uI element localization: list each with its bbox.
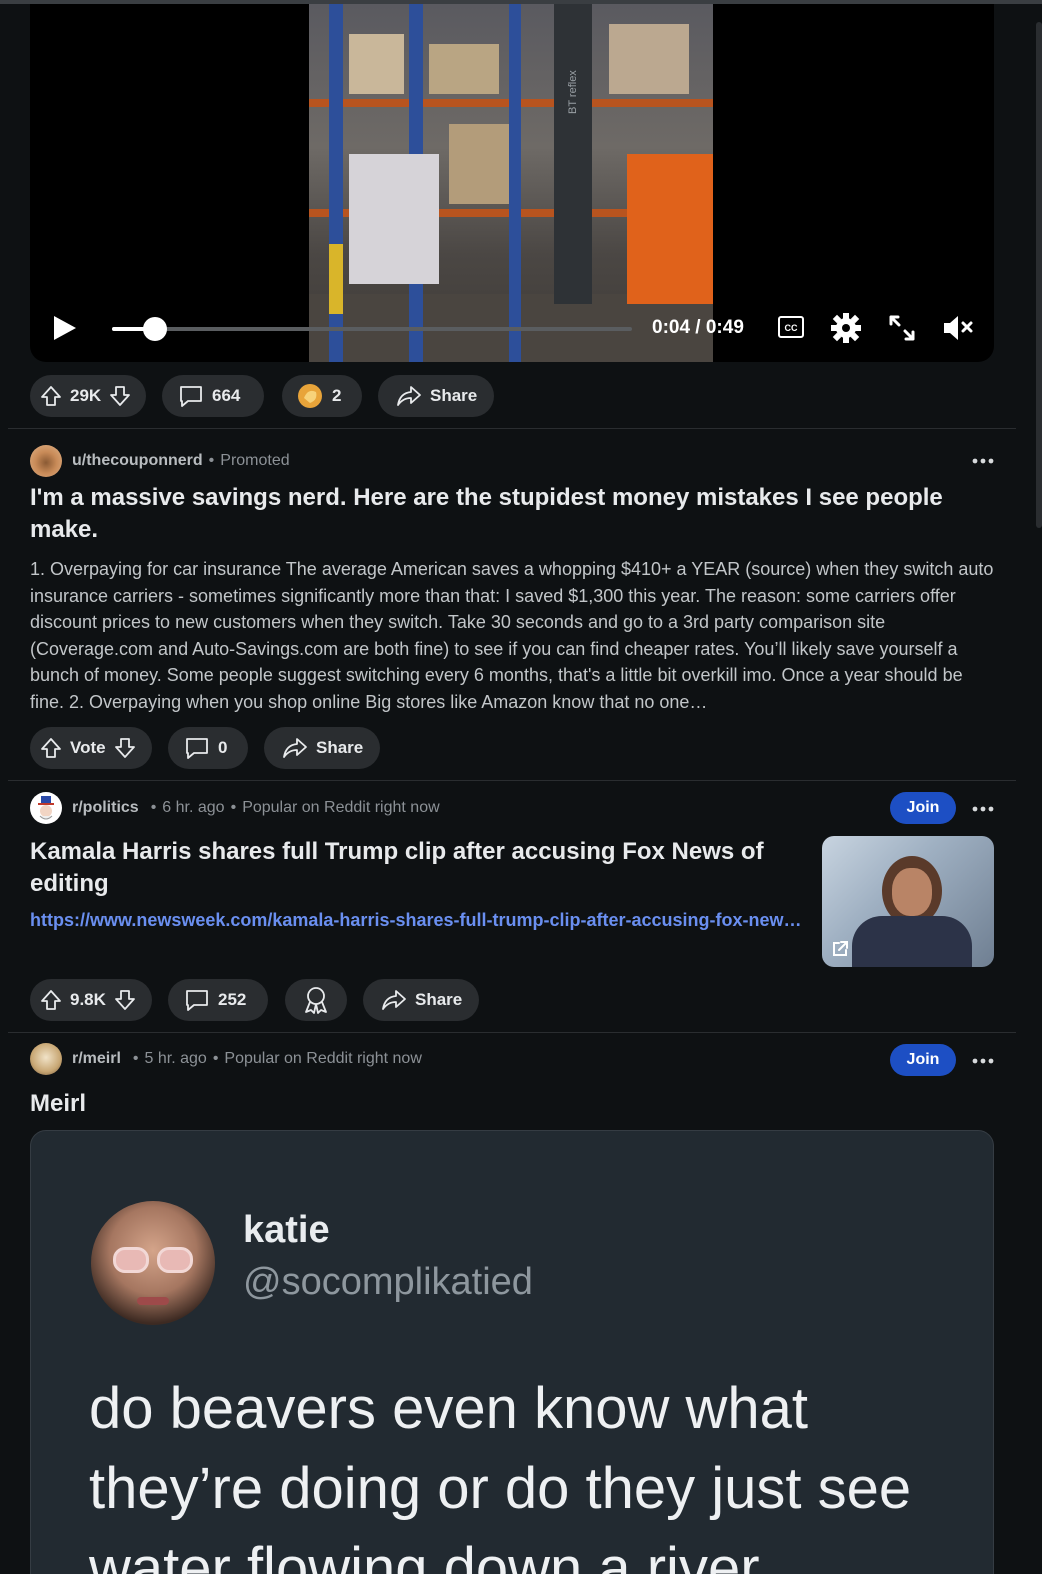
subreddit-avatar[interactable] — [30, 792, 62, 824]
meta-separator: • — [132, 1050, 139, 1067]
downvote-icon[interactable] — [114, 737, 136, 759]
share-label: Share — [430, 386, 478, 405]
award-button[interactable] — [285, 979, 347, 1021]
upvote-icon[interactable] — [40, 989, 62, 1011]
video-player[interactable]: BT reflex 0:04 / 0:49 CC — [30, 4, 994, 362]
join-button[interactable]: Join — [890, 792, 956, 824]
post-title[interactable]: Meirl — [30, 1088, 86, 1120]
divider — [8, 428, 1016, 429]
vote-bar: Vote — [30, 727, 152, 769]
share-button[interactable]: Share — [264, 727, 380, 769]
video-progress-handle[interactable] — [142, 317, 167, 341]
post-body[interactable]: 1. Overpaying for car insurance The aver… — [30, 556, 996, 716]
comment-icon — [186, 990, 208, 1011]
captions-icon[interactable]: CC — [778, 316, 804, 338]
meta-separator: • — [208, 452, 215, 469]
upvote-icon[interactable] — [40, 737, 62, 759]
meta-separator: • — [150, 799, 157, 816]
upvote-icon[interactable] — [40, 385, 62, 407]
award-outline-icon — [305, 987, 327, 1014]
video-frame: BT reflex — [309, 4, 713, 362]
award-count: 2 — [332, 386, 342, 405]
subreddit-link[interactable]: r/politics — [72, 799, 139, 817]
post-thumbnail[interactable] — [822, 836, 994, 967]
share-icon — [382, 990, 406, 1010]
gear-icon[interactable] — [830, 312, 862, 344]
uncle-sam-icon — [38, 796, 54, 820]
tweet-avatar — [91, 1201, 215, 1325]
post-time: 6 hr. ago — [162, 799, 225, 816]
comment-icon — [180, 386, 202, 407]
post-image[interactable]: katie @socomplikatied do beavers even kn… — [30, 1130, 994, 1574]
post-context: Popular on Reddit right now — [224, 1050, 422, 1067]
comments-button[interactable]: 664 — [162, 375, 264, 417]
comments-button[interactable]: 252 — [168, 979, 268, 1021]
promoted-tag: Promoted — [220, 452, 290, 469]
vote-count: 29K — [70, 386, 102, 405]
tweet-text: do beavers even know what they’re doing … — [89, 1376, 912, 1574]
share-icon — [283, 738, 307, 758]
video-frame-label: BT reflex — [567, 70, 579, 114]
join-button[interactable]: Join — [890, 1044, 956, 1076]
awards-button[interactable]: 2 — [282, 375, 362, 417]
award-icon — [298, 384, 322, 408]
post-title[interactable]: Kamala Harris shares full Trump clip aft… — [30, 836, 800, 900]
vote-bar: 9.8K — [30, 979, 152, 1021]
comments-button[interactable]: 0 — [168, 727, 248, 769]
video-time: 0:04 / 0:49 — [652, 317, 744, 338]
fullscreen-icon[interactable] — [888, 314, 916, 342]
post-context: Popular on Reddit right now — [242, 799, 440, 816]
promoted-meta: u/thecouponnerd • Promoted — [30, 445, 290, 477]
tweet-name: katie — [243, 1209, 330, 1251]
comment-count: 252 — [218, 990, 247, 1009]
more-options-icon[interactable] — [971, 805, 995, 813]
comment-count: 0 — [218, 738, 228, 757]
share-icon — [397, 386, 421, 406]
scrollbar[interactable] — [1036, 22, 1042, 528]
author-link[interactable]: u/thecouponnerd — [72, 452, 203, 470]
downvote-icon[interactable] — [109, 385, 131, 407]
share-label: Share — [316, 738, 364, 757]
more-options-icon[interactable] — [971, 457, 995, 465]
subreddit-avatar[interactable] — [30, 1043, 62, 1075]
divider — [8, 780, 1016, 781]
user-avatar[interactable] — [30, 445, 62, 477]
meta-separator: • — [212, 1050, 219, 1067]
vote-bar: 29K — [30, 375, 146, 417]
comment-icon — [186, 738, 208, 759]
tweet-handle: @socomplikatied — [243, 1261, 533, 1303]
post-link[interactable]: https://www.newsweek.com/kamala-harris-s… — [30, 910, 810, 931]
comment-count: 664 — [212, 386, 241, 405]
post-time: 5 hr. ago — [144, 1050, 207, 1067]
svg-text:CC: CC — [785, 323, 798, 333]
external-link-icon — [833, 941, 848, 956]
divider — [8, 1032, 1016, 1033]
share-button[interactable]: Share — [363, 979, 479, 1021]
play-icon[interactable] — [52, 314, 78, 342]
meta-separator: • — [230, 799, 237, 816]
downvote-icon[interactable] — [114, 989, 136, 1011]
share-label: Share — [415, 990, 463, 1009]
meirl-meta: r/meirl • 5 hr. ago • Popular on Reddit … — [30, 1043, 422, 1075]
share-button[interactable]: Share — [378, 375, 494, 417]
vote-count: 9.8K — [70, 990, 106, 1009]
post-title[interactable]: I'm a massive savings nerd. Here are the… — [30, 482, 990, 546]
politics-meta: r/politics • 6 hr. ago • Popular on Redd… — [30, 792, 440, 824]
video-progress-bar[interactable] — [112, 317, 632, 341]
vote-label: Vote — [70, 738, 106, 757]
more-options-icon[interactable] — [971, 1057, 995, 1065]
subreddit-link[interactable]: r/meirl — [72, 1050, 121, 1068]
muted-icon[interactable] — [942, 314, 974, 342]
